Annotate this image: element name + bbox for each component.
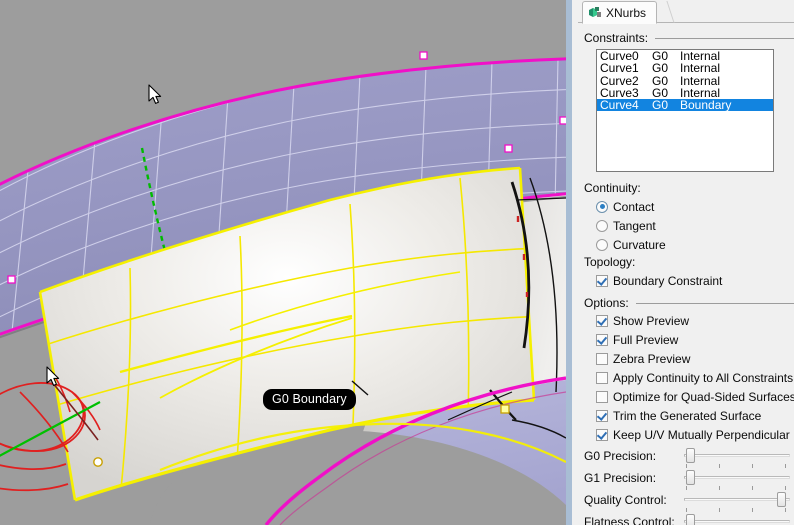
radio-curvature-icon[interactable] [596,238,608,251]
option-label: Apply Continuity to All Constraints [613,370,794,385]
radio-tangent-icon[interactable] [596,219,608,232]
options-list: Show Preview Full Preview Zebra Preview App… [578,311,794,444]
option-label: Curvature [613,237,666,252]
constraint-continuity: G0 [652,98,669,113]
checkbox-zebra-preview-icon[interactable] [596,352,608,365]
slider-thumb[interactable] [685,470,695,485]
option-label: Trim the Generated Surface [613,408,762,423]
option-label: Optimize for Quad-Sided Surfaces [613,389,794,404]
radio-contact-icon[interactable] [596,200,608,213]
option-show-preview[interactable]: Show Preview [596,311,794,330]
constraint-name: Curve4 [600,98,639,113]
checkbox-trim-the-generated-surface-icon[interactable] [596,409,608,422]
continuity-option-contact[interactable]: Contact [596,197,794,216]
slider-g0-precision[interactable] [682,448,792,468]
slider-row-g0-precision: G0 Precision: [584,448,794,470]
constraints-listbox[interactable]: Curve0 G0 Internal Curve1 G0 Internal Curve2 G0… [596,49,774,172]
xnurbs-panel: XNurbs Constraints: Curve0 G0 Internal Curv… [566,0,794,525]
slider-track[interactable] [684,454,790,457]
checkbox-boundary-constraint-icon[interactable] [596,274,608,287]
tab-slant-decoration [654,1,675,23]
continuity-option-curvature[interactable]: Curvature [596,235,794,254]
slider-thumb[interactable] [685,448,695,463]
mouse-cursor-secondary [46,366,60,386]
slider-flatness-control[interactable] [682,514,792,525]
constraint-type: Internal [680,61,721,76]
tooltip-g0-boundary: G0 Boundary [263,389,356,410]
slider-row-quality-control: Quality Control: [584,492,794,514]
topology-options: Boundary Constraint [578,271,794,290]
xnurbs-cube-icon [589,7,601,17]
slider-track[interactable] [684,498,790,501]
slider-label: Quality Control: [584,493,667,507]
option-apply-continuity-to-all-constraints[interactable]: Apply Continuity to All Constraints [596,368,794,387]
constraint-name: Curve1 [600,61,639,76]
slider-ticks [684,508,790,513]
panel-tabstrip: XNurbs [578,0,794,24]
constraints-rule [655,38,794,39]
option-label: Boundary Constraint [613,273,723,288]
checkbox-full-preview-icon[interactable] [596,333,608,346]
3d-viewport[interactable]: G0 Boundary [0,0,566,525]
continuity-options: Contact Tangent Curvature [578,197,794,254]
slider-thumb[interactable] [777,492,787,507]
option-label: Zebra Preview [613,351,691,366]
mouse-cursor-primary [148,84,162,104]
application-window: G0 Boundary XNurbs Constraints: Curve0 G… [0,0,794,525]
slider-ticks [684,464,790,469]
slider-label: G1 Precision: [584,471,657,485]
options-group-label: Options: [584,294,794,311]
constraint-type: Boundary [680,98,732,113]
slider-row-g1-precision: G1 Precision: [584,470,794,492]
option-label: Show Preview [613,313,690,328]
checkbox-optimize-for-quad-sided-surfaces-icon[interactable] [596,390,608,403]
constraints-group-label: Constraints: [584,29,794,46]
option-optimize-for-quad-sided-surfaces[interactable]: Optimize for Quad-Sided Surfaces [596,387,794,406]
topology-option-boundary-constraint[interactable]: Boundary Constraint [596,271,794,290]
tab-xnurbs[interactable]: XNurbs [582,1,658,24]
option-trim-the-generated-surface[interactable]: Trim the Generated Surface [596,406,794,425]
option-zebra-preview[interactable]: Zebra Preview [596,349,794,368]
option-label: Full Preview [613,332,679,347]
checkbox-keep-u-v-mutually-perpendicular-icon[interactable] [596,428,608,441]
option-label: Keep U/V Mutually Perpendicular [613,427,790,442]
slider-ticks [684,486,790,491]
slider-track[interactable] [684,520,790,523]
checkbox-apply-continuity-to-all-constraints-icon[interactable] [596,371,608,384]
option-keep-u-v-mutually-perpendicular[interactable]: Keep U/V Mutually Perpendicular [596,425,794,444]
slider-track[interactable] [684,476,790,479]
slider-label: G0 Precision: [584,449,657,463]
continuity-label: Continuity: [584,181,641,195]
option-label: Tangent [613,218,656,233]
slider-group: G0 Precision: G1 Precision: Quality Contro… [578,448,794,525]
option-full-preview[interactable]: Full Preview [596,330,794,349]
constraint-row[interactable]: Curve1 G0 Internal [597,61,773,76]
constraint-continuity: G0 [652,61,669,76]
constraint-row[interactable]: Curve4 G0 Boundary [597,99,773,111]
continuity-option-tangent[interactable]: Tangent [596,216,794,235]
topology-label: Topology: [584,255,636,269]
slider-g1-precision[interactable] [682,470,792,490]
slider-row-flatness-control: Flatness Control: [584,514,794,525]
checkbox-show-preview-icon[interactable] [596,314,608,327]
options-rule [635,303,794,304]
slider-thumb[interactable] [685,514,695,525]
option-label: Contact [613,199,655,214]
tab-label: XNurbs [606,5,647,20]
slider-quality-control[interactable] [682,492,792,512]
viewport-geometry [0,0,566,525]
slider-label: Flatness Control: [584,515,675,525]
